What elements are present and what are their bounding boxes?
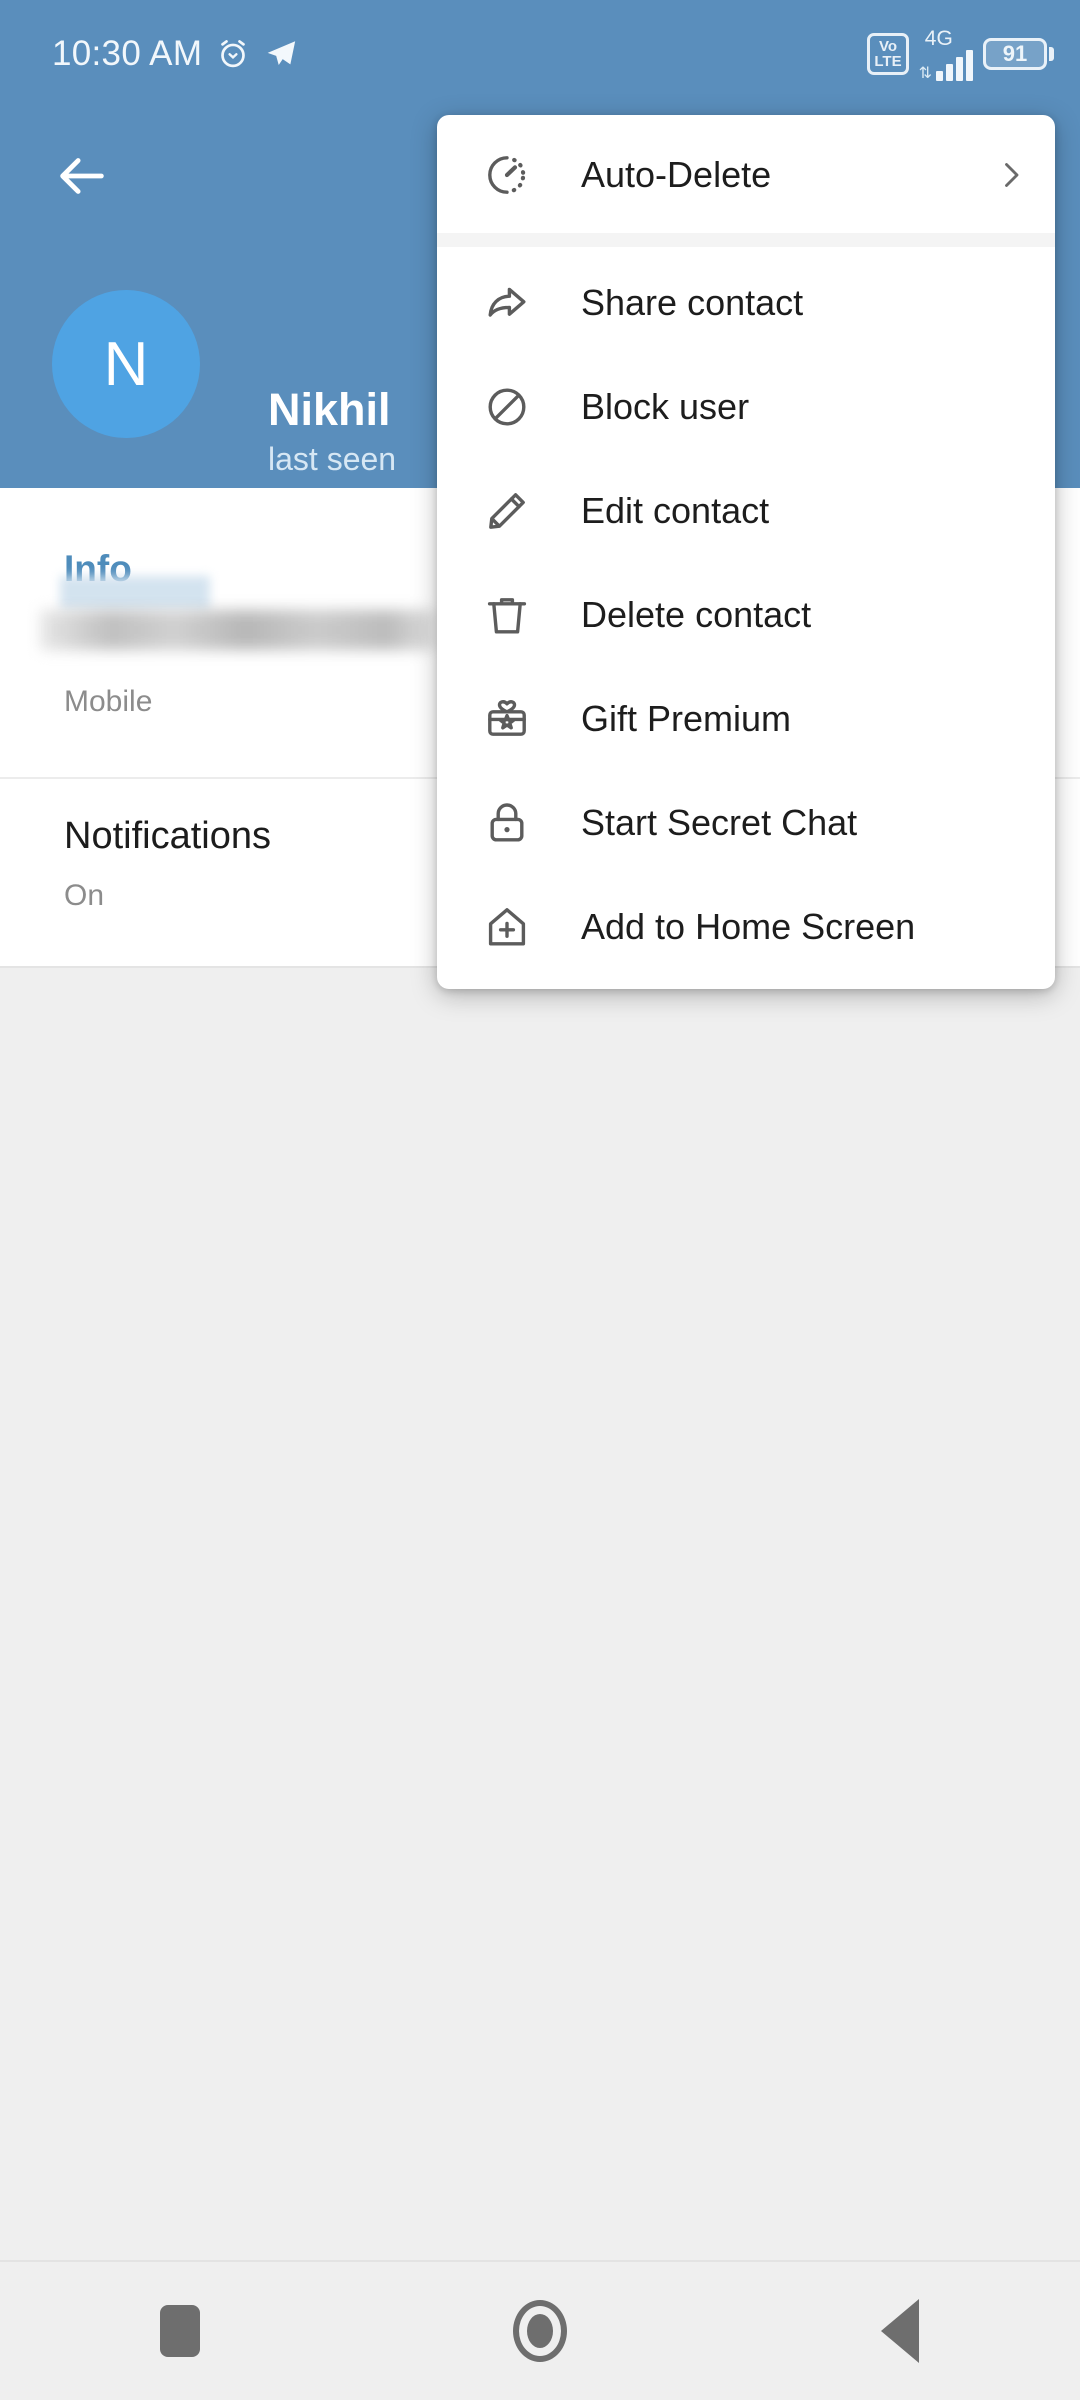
menu-item-block-user[interactable]: Block user [437, 355, 1055, 459]
menu-item-gift-premium[interactable]: Gift Premium [437, 667, 1055, 771]
menu-item-label: Gift Premium [581, 698, 792, 739]
trash-can-icon [483, 591, 541, 639]
menu-item-label: Share contact [581, 282, 804, 323]
phone-screen: 10:30 AM Vo LTE 4G ⇅ 91 N Nikhil last se… [0, 0, 1080, 2400]
back-arrow-icon [53, 147, 111, 205]
recents-button[interactable] [120, 2281, 240, 2381]
share-arrow-icon [483, 279, 541, 327]
menu-item-label: Delete contact [581, 594, 812, 635]
menu-item-edit-contact[interactable]: Edit contact [437, 459, 1055, 563]
pencil-edit-icon [483, 487, 541, 535]
back-triangle-icon [881, 2299, 919, 2363]
volte-badge: Vo LTE [867, 33, 909, 75]
battery-level-text: 91 [983, 38, 1047, 70]
overflow-menu: Auto-Delete Share contact Block user Edi… [437, 115, 1055, 989]
menu-item-label: Auto-Delete [581, 154, 772, 195]
alarm-clock-icon [216, 37, 250, 71]
signal-bars-icon [936, 49, 973, 81]
recents-square-icon [160, 2305, 200, 2357]
menu-item-label: Block user [581, 386, 750, 427]
volte-line-1: Vo [878, 38, 898, 55]
telegram-paper-plane-icon [264, 37, 298, 71]
volte-line-2: LTE [874, 53, 902, 70]
home-plus-icon [483, 903, 541, 951]
avatar-initial: N [103, 329, 149, 399]
network-type-label: 4G [924, 26, 953, 50]
status-bar: 10:30 AM Vo LTE 4G ⇅ 91 [0, 0, 1080, 108]
menu-item-delete-contact[interactable]: Delete contact [437, 563, 1055, 667]
auto-delete-timer-icon [483, 151, 541, 199]
menu-separator [437, 233, 1055, 247]
menu-item-share-contact[interactable]: Share contact [437, 251, 1055, 355]
menu-item-label: Edit contact [581, 490, 770, 531]
padlock-icon [483, 799, 541, 847]
home-circle-icon [513, 2300, 567, 2362]
profile-title-block: Nikhil last seen [268, 386, 396, 478]
notifications-row-title[interactable]: Notifications [64, 815, 271, 858]
status-bar-right: Vo LTE 4G ⇅ 91 [867, 28, 1054, 81]
menu-item-label: Add to Home Screen [581, 906, 916, 947]
status-bar-left: 10:30 AM [52, 34, 298, 74]
redacted-overlay-top [60, 576, 210, 610]
data-transfer-arrows-icon: ⇅ [918, 64, 932, 82]
avatar[interactable]: N [52, 290, 200, 438]
network-indicator: 4G ⇅ [919, 28, 973, 81]
menu-item-start-secret-chat[interactable]: Start Secret Chat [437, 771, 1055, 875]
back-button[interactable] [46, 140, 118, 212]
phone-number-redacted [40, 610, 435, 650]
menu-item-add-to-home-screen[interactable]: Add to Home Screen [437, 875, 1055, 979]
system-back-button[interactable] [840, 2281, 960, 2381]
android-nav-bar [0, 2260, 1080, 2400]
contact-status: last seen [268, 441, 397, 478]
chevron-right-icon[interactable] [993, 157, 1029, 193]
menu-item-label: Start Secret Chat [581, 802, 858, 843]
signal-row: ⇅ [918, 49, 973, 82]
status-clock: 10:30 AM [52, 34, 203, 73]
notifications-row-value: On [64, 879, 105, 912]
battery-indicator: 91 [983, 38, 1054, 70]
menu-item-auto-delete[interactable]: Auto-Delete [437, 123, 1055, 227]
battery-cap-icon [1049, 47, 1054, 61]
phone-type-label: Mobile [64, 685, 153, 718]
block-circle-slash-icon [483, 383, 541, 431]
gift-box-icon [483, 695, 541, 743]
home-button[interactable] [480, 2281, 600, 2381]
page-title: Nikhil [268, 384, 391, 435]
